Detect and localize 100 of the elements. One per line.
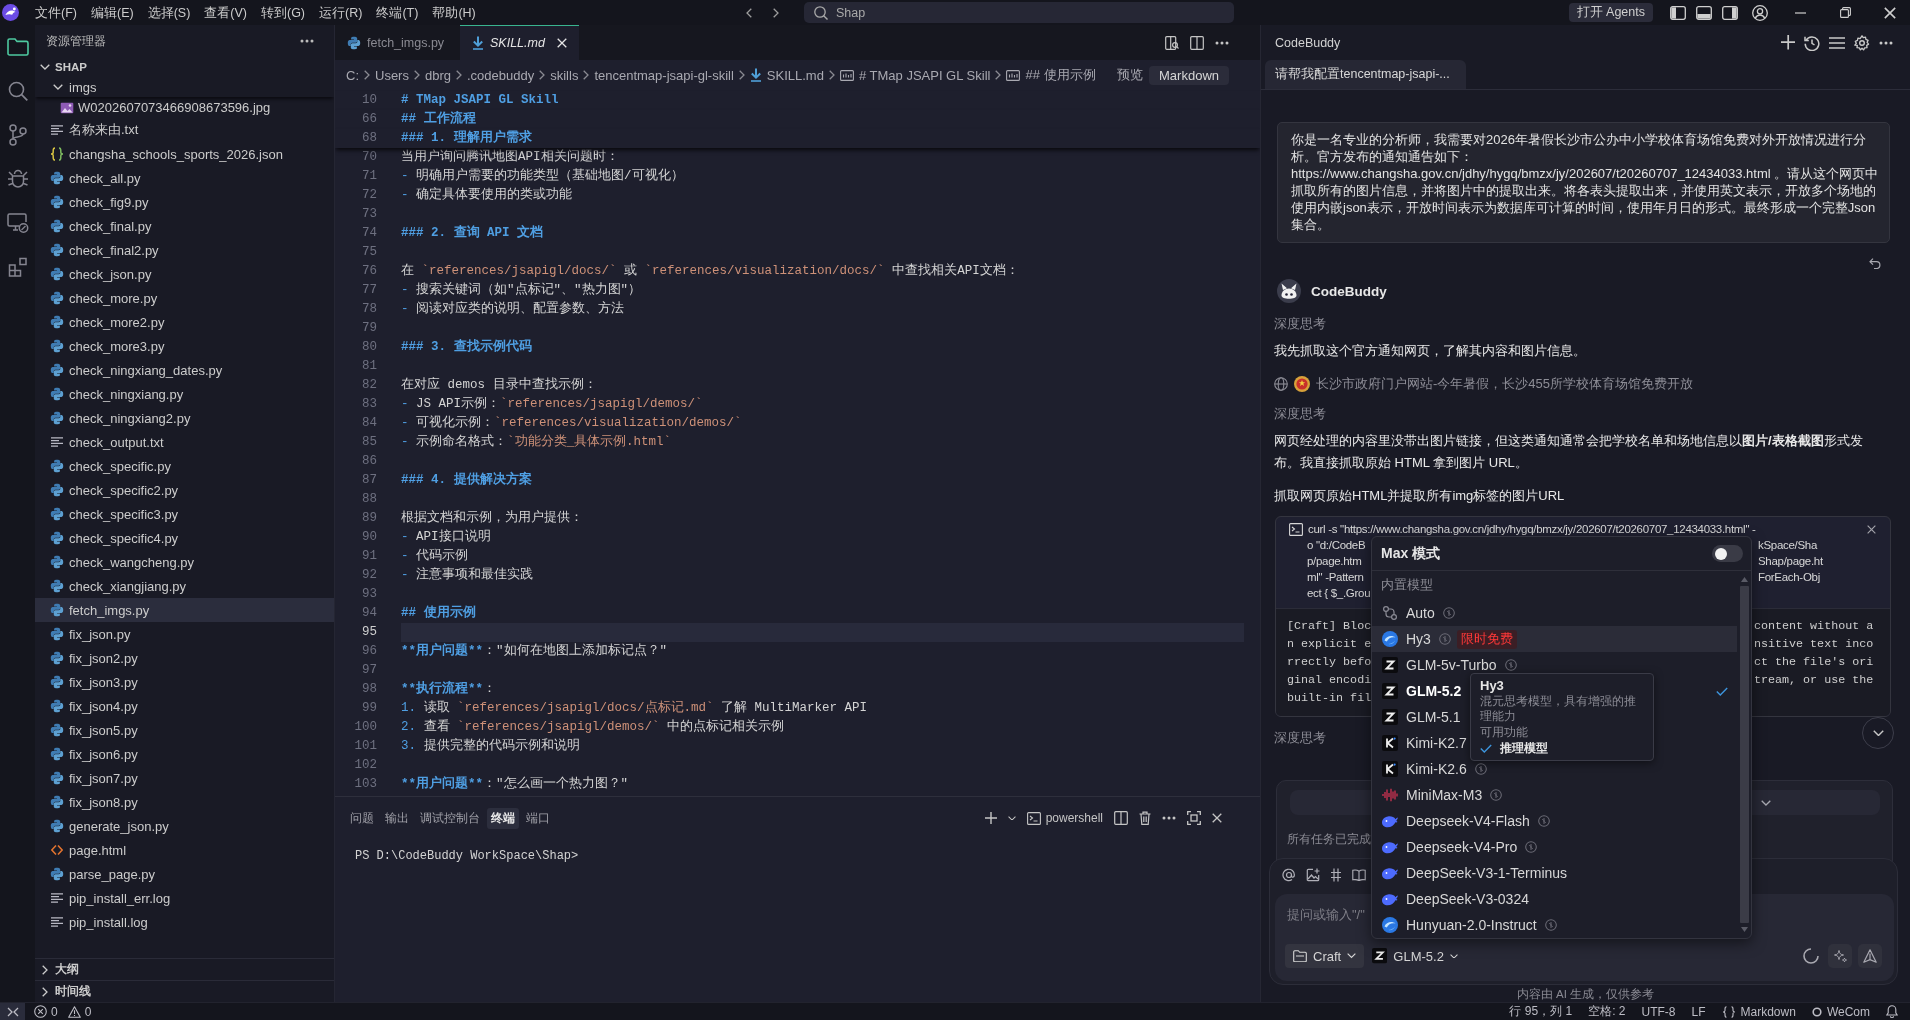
message-text: 我先抓取这个官方通知网页，了解其内容和图片信息。 <box>1273 342 1587 360</box>
code-line: 在 `references/jsapigl/docs/` 或 `references/visualization/docs/` 中查找相关API文档： <box>401 262 1019 280</box>
line-number: 94 <box>361 605 377 622</box>
line-number: 97 <box>361 662 377 679</box>
code-line: **用户问题**："如何在地图上添加标记点？" <box>401 642 668 660</box>
line-number: 71 <box>361 168 377 185</box>
line-number: 87 <box>361 472 377 489</box>
code-line: **执行流程**： <box>401 680 496 698</box>
line-number: 80 <box>361 339 377 356</box>
code-line: ### 1. 理解用户需求 <box>401 129 532 147</box>
code-line: 2. 查看 `references/jsapigl/demos/` 中的点标记相关示例 <box>401 718 785 736</box>
output-text: tream, or use the <box>1754 672 1874 689</box>
feature-label: 推理模型 <box>1500 739 1548 757</box>
line-number: 72 <box>361 187 377 204</box>
code-line: - 阅读对应类的说明、配置参数、方法 <box>401 300 624 318</box>
line-number: 83 <box>361 396 377 413</box>
command-text: Shap/page.ht <box>1758 554 1823 569</box>
line-number: 76 <box>361 263 377 280</box>
line-number: 100 <box>353 719 377 736</box>
output-text: ct the file's ori <box>1754 654 1874 671</box>
code-line: - 明确用户需要的功能类型（基础地图/可视化） <box>401 167 684 185</box>
line-number: 90 <box>361 529 377 546</box>
line-number: 92 <box>361 567 377 584</box>
thinking-label: 深度思考 <box>1274 316 1326 331</box>
output-text: n explicit e <box>1287 636 1372 653</box>
line-number: 101 <box>353 738 377 755</box>
command-text: o "d:/CodeB <box>1307 538 1366 553</box>
line-number: 66 <box>361 111 377 128</box>
output-text: content without a <box>1754 618 1874 635</box>
command-text: ForEach-Obj <box>1758 570 1820 585</box>
line-number: 75 <box>361 244 377 261</box>
line-number: 89 <box>361 510 377 527</box>
code-line: 3. 提供完整的代码示例和说明 <box>401 737 580 755</box>
line-number: 84 <box>361 415 377 432</box>
line-number: 79 <box>361 320 377 337</box>
code-line: ## 使用示例 <box>401 604 476 622</box>
code-line: - 示例命名格式：`功能分类_具体示例.html` <box>401 433 672 451</box>
task-status: 所有任务已完成 <box>1287 831 1371 848</box>
tooltip-title: Hy3 <box>1480 678 1504 693</box>
line-number: 73 <box>361 206 377 223</box>
code-line: - 可视化示例：`references/visualization/demos/` <box>401 414 742 432</box>
line-number: 82 <box>361 377 377 394</box>
terminal-prompt: PS D:\CodeBuddy WorkSpace\Shap> <box>354 848 580 865</box>
command-text: curl -s "https://www.changsha.gov.cn/jdhy/hygq/bmzx/jy/202607/t20260707_12434033.html" - <box>1308 522 1756 537</box>
thinking-label: 深度思考 <box>1274 730 1326 745</box>
panel-title: 资源管理器 <box>46 33 107 49</box>
output-text: nsitive text inco <box>1754 636 1874 653</box>
line-number: 78 <box>361 301 377 318</box>
code-line: - 确定具体要使用的类或功能 <box>401 186 572 204</box>
command-text: kSpace/Sha <box>1758 538 1817 553</box>
code-line: 在对应 demos 目录中查找示例： <box>401 376 597 394</box>
line-number: 93 <box>361 586 377 603</box>
line-number: 102 <box>353 757 377 774</box>
code-line: - JS API示例：`references/jsapigl/demos/` <box>401 396 703 413</box>
line-number: 74 <box>361 225 377 242</box>
line-number: 99 <box>361 700 377 717</box>
code-line: 当用户询问腾讯地图API相关问题时： <box>401 148 619 166</box>
line-number: 70 <box>361 149 377 166</box>
promo-badge: 限时免费 <box>1456 629 1517 649</box>
output-text: ginal encodi <box>1287 672 1372 689</box>
code-line: # TMap JSAPI GL Skill <box>401 92 559 109</box>
code-line: - 搜索关键词（如"点标记"、"热力图"） <box>401 281 642 299</box>
code-line: ## 工作流程 <box>401 110 476 128</box>
line-number: 88 <box>361 491 377 508</box>
tooltip-description: 混元思考模型，具有增强的推理能力 <box>1480 694 1637 724</box>
command-text: p/page.htm <box>1307 554 1362 569</box>
line-number: 81 <box>361 358 377 375</box>
message-text: 抓取网页原始HTML并提取所有img标签的图片URL <box>1273 487 1566 505</box>
user-message: 你是一名专业的分析师，我需要对2026年暑假长沙市公办中小学校体育场馆免费对外开放情况进行分析。官方发布的通知通告如下：https://www.changsha.gov.cn/jdhy/hygq/bmzx/jy/202607/t20260707_12434033.html 。请从这个网页中抓取所有的图片信息，并将图片中的提取出来。将各表头提取出来，并使用英文表示，开放多个场地的使用内嵌json表示，开放时间表示为数据库可计算的时间，使用年月日的形式。最终形成一个完整Json集合。 <box>1277 122 1890 243</box>
line-number: 68 <box>361 130 377 147</box>
output-text: rrectly befo <box>1287 654 1372 671</box>
code-line: ### 3. 查找示例代码 <box>401 338 532 356</box>
code-line: **用户问题**："怎么画一个热力图？" <box>401 775 629 793</box>
section-label: 内置模型 <box>1381 577 1433 594</box>
output-text: [Craft] Bloc <box>1287 618 1372 635</box>
line-number: 85 <box>361 434 377 451</box>
thinking-label: 深度思考 <box>1274 406 1326 421</box>
line-number: 95 <box>361 624 377 641</box>
code-line: - 注意事项和最佳实践 <box>401 566 533 584</box>
line-number: 96 <box>361 643 377 660</box>
code-line: - 代码示例 <box>401 547 468 565</box>
line-number: 10 <box>361 92 377 109</box>
max-mode-label: Max 模式 <box>1381 544 1441 563</box>
command-text: ml" -Pattern <box>1307 570 1364 585</box>
message-text: 网页经处理的内容里没带出图片链接，但这类通知通常会把学校名单和场地信息以图片/表格截图形式发布。我直接抓取原始 HTML 拿到图片 URL。 <box>1273 432 1864 472</box>
panel-title: CodeBuddy <box>1275 35 1341 50</box>
line-number: 103 <box>353 776 377 793</box>
disclaimer: 内容由 AI 生成，仅供参考 <box>1516 988 1655 1000</box>
bot-name: CodeBuddy <box>1311 283 1387 299</box>
line-number: 91 <box>361 548 377 565</box>
command-text: ect { $_.Grou <box>1307 586 1371 601</box>
code-line: 1. 读取 `references/jsapigl/docs/点标记.md` 了解 MultiMarker API <box>401 699 868 717</box>
code-line: 根据文档和示例，为用户提供： <box>401 509 583 527</box>
line-number: 77 <box>361 282 377 299</box>
code-line: - API接口说明 <box>401 528 491 546</box>
output-text: built-in fil <box>1287 690 1372 707</box>
code-line: ### 2. 查询 API 文档 <box>401 224 543 242</box>
line-number: 86 <box>361 453 377 470</box>
line-number: 98 <box>361 681 377 698</box>
tooltip-section-label: 可用功能 <box>1480 725 1528 739</box>
